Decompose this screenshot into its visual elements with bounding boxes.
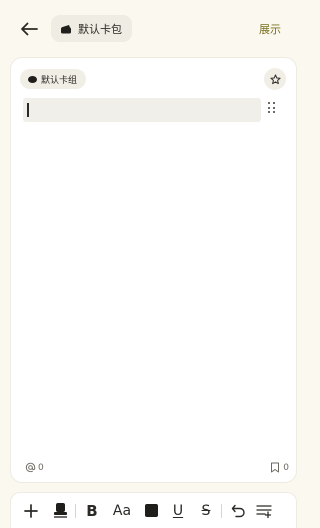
star-button[interactable]: [264, 68, 286, 90]
show-button[interactable]: 展示: [259, 21, 281, 37]
color-swatch-icon: [144, 504, 158, 517]
strikethrough-button[interactable]: S: [199, 501, 213, 521]
bold-icon: B: [86, 501, 98, 520]
font-size-icon: Aa: [112, 502, 132, 519]
drag-handle-icon[interactable]: [268, 102, 276, 114]
font-size-button[interactable]: Aa: [111, 501, 133, 521]
star-icon: [269, 73, 281, 84]
undo-button[interactable]: [230, 501, 246, 521]
card-group-label: 默认卡组: [41, 75, 78, 86]
content-input[interactable]: [23, 98, 261, 122]
toolbar-divider: [75, 503, 76, 518]
bookmarks-counter[interactable]: 0: [270, 462, 289, 473]
toolbar-divider: [221, 503, 222, 518]
stamp-button[interactable]: [50, 501, 70, 521]
mentions-counter[interactable]: 0: [25, 462, 44, 473]
card-pack-selector[interactable]: 默认卡包: [51, 15, 132, 42]
bookmark-icon: [271, 462, 280, 473]
card-pack-icon: [61, 24, 71, 33]
card-pack-label: 默认卡包: [78, 22, 122, 36]
mentions-count: 0: [38, 462, 44, 473]
at-sign-icon: [25, 462, 36, 473]
list-add-button[interactable]: [255, 501, 273, 521]
note-card: 默认卡组 0 0: [10, 57, 297, 483]
strikethrough-icon: S: [201, 502, 211, 519]
bold-button[interactable]: B: [85, 501, 99, 521]
card-group-tag[interactable]: 默认卡组: [20, 69, 87, 89]
undo-icon: [231, 504, 245, 517]
text-caret: [27, 103, 29, 117]
back-button[interactable]: [18, 18, 40, 40]
bookmarks-count: 0: [283, 462, 289, 473]
group-dot-icon: [28, 75, 37, 83]
color-button[interactable]: [143, 501, 159, 521]
arrow-left-icon: [21, 22, 38, 36]
plus-icon: [24, 503, 38, 518]
format-toolbar: B Aa U S: [10, 492, 297, 528]
top-bar: 默认卡包 展示: [0, 0, 307, 58]
list-add-icon: [256, 504, 272, 518]
add-button[interactable]: [21, 501, 41, 521]
underline-button[interactable]: U: [171, 501, 185, 521]
stamp-icon: [53, 503, 67, 518]
underline-icon: U: [172, 502, 184, 519]
